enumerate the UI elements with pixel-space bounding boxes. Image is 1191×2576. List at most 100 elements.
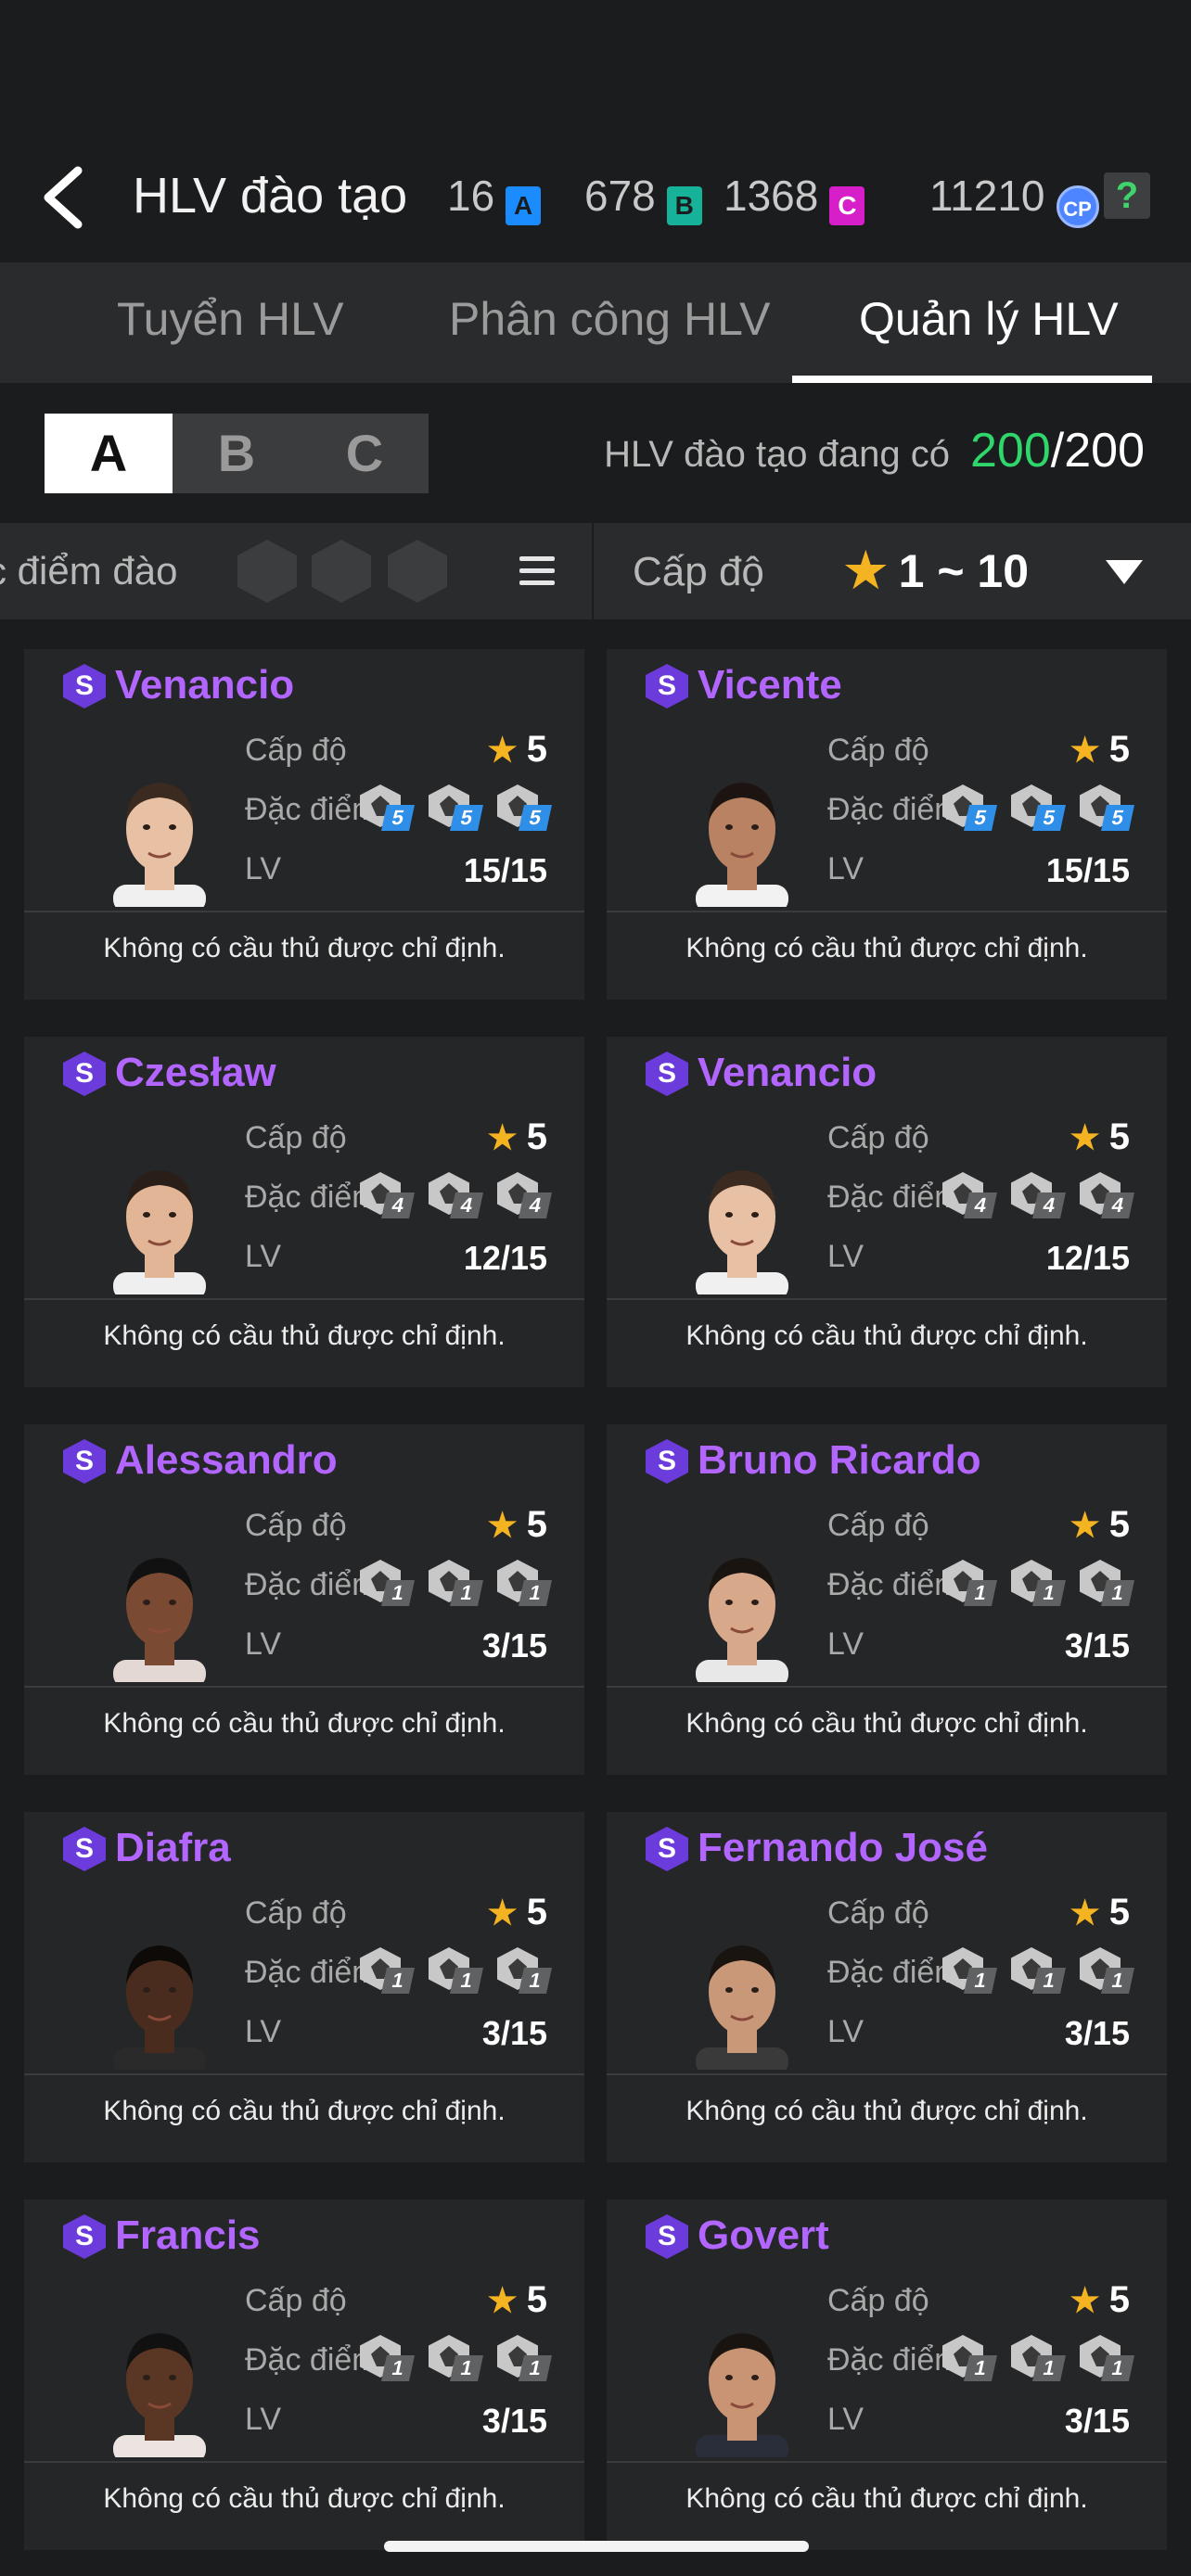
trait-icon[interactable]: 5 bbox=[1076, 783, 1135, 835]
level-label: Cấp độ bbox=[245, 1120, 347, 1155]
trait-list: 1 1 1 bbox=[939, 1945, 1135, 1997]
coach-count: HLV đào tạo đang có 200/200 bbox=[604, 423, 1145, 478]
trait-icon[interactable]: 1 bbox=[1007, 1945, 1067, 1997]
trait-filter[interactable]: c điểm đào bbox=[0, 523, 594, 619]
trait-icon[interactable]: 1 bbox=[425, 1945, 484, 1997]
star-level-value: 5 bbox=[526, 1892, 547, 1932]
trait-list: 1 1 1 bbox=[356, 1558, 553, 1610]
coach-count-value: 200/200 bbox=[970, 424, 1145, 478]
trait-icon[interactable]: 5 bbox=[356, 783, 416, 835]
trait-list: 5 5 5 bbox=[939, 783, 1135, 835]
trait-icon[interactable]: 1 bbox=[939, 1558, 998, 1610]
coach-name: Venancio bbox=[698, 1050, 877, 1095]
trait-icon[interactable]: 1 bbox=[493, 1945, 553, 1997]
tab-manage-coach[interactable]: Quản lý HLV bbox=[859, 292, 1119, 346]
trait-icon[interactable]: 4 bbox=[1007, 1170, 1067, 1222]
coach-card[interactable]: S Govert Cấp độ Đặc điểm LV ★ 5 1 1 1 3/15 Không có… bbox=[607, 2200, 1167, 2550]
trait-level: 1 bbox=[519, 1968, 552, 1994]
segment-b[interactable]: B bbox=[173, 414, 301, 493]
level-label: Cấp độ bbox=[827, 2283, 929, 2318]
coach-portrait bbox=[108, 1157, 211, 1294]
star-icon: ★ bbox=[1069, 1894, 1100, 1932]
coach-portrait bbox=[690, 1932, 794, 2070]
coach-card[interactable]: S Bruno Ricardo Cấp độ Đặc điểm LV ★ 5 1 1 1 3/15 K… bbox=[607, 1424, 1167, 1775]
trait-level: 4 bbox=[964, 1192, 997, 1218]
coach-card[interactable]: S Francis Cấp độ Đặc điểm LV ★ 5 1 1 1 3/15 Không c… bbox=[24, 2200, 584, 2550]
trait-icon[interactable]: 4 bbox=[425, 1170, 484, 1222]
grade-s-badge-icon: S bbox=[646, 1827, 688, 1871]
coach-card[interactable]: S Alessandro Cấp độ Đặc điểm LV ★ 5 1 1 1 3/15 Khôn… bbox=[24, 1424, 584, 1775]
tab-recruit-coach[interactable]: Tuyển HLV bbox=[117, 292, 344, 346]
triangle-down-icon[interactable] bbox=[1106, 560, 1143, 584]
trait-level: 4 bbox=[381, 1192, 415, 1218]
tab-bar: Tuyển HLV Phân công HLV Quản lý HLV bbox=[0, 262, 1191, 383]
coach-lv-value: 15/15 bbox=[463, 851, 547, 889]
tab-assign-coach[interactable]: Phân công HLV bbox=[449, 292, 771, 346]
coach-card[interactable]: S Fernando José Cấp độ Đặc điểm LV ★ 5 1 1 1 3/15 K… bbox=[607, 1812, 1167, 2162]
trait-list: 4 4 4 bbox=[939, 1170, 1135, 1222]
trait-icon[interactable]: 5 bbox=[1007, 783, 1067, 835]
star-level-value: 5 bbox=[526, 729, 547, 770]
trait-icon[interactable]: 4 bbox=[1076, 1170, 1135, 1222]
trait-icon[interactable]: 1 bbox=[1007, 2333, 1067, 2385]
trait-icon[interactable]: 1 bbox=[493, 2333, 553, 2385]
lv-label: LV bbox=[827, 1239, 864, 1274]
trait-icon[interactable]: 4 bbox=[939, 1170, 998, 1222]
star-icon: ★ bbox=[1069, 1118, 1100, 1156]
coach-portrait bbox=[108, 1545, 211, 1682]
coach-portrait bbox=[108, 770, 211, 907]
level-label: Cấp độ bbox=[245, 733, 347, 768]
level-filter-range[interactable]: ★ 1 ~ 10 bbox=[844, 543, 1029, 599]
trait-icon[interactable]: 4 bbox=[493, 1170, 553, 1222]
trait-icon[interactable]: 5 bbox=[939, 783, 998, 835]
back-button[interactable] bbox=[37, 165, 93, 230]
coach-card[interactable]: S Diafra Cấp độ Đặc điểm LV ★ 5 1 1 1 3/15 Không có… bbox=[24, 1812, 584, 2162]
trait-icon[interactable]: 1 bbox=[1076, 2333, 1135, 2385]
coach-lv-value: 15/15 bbox=[1045, 851, 1130, 889]
card-divider bbox=[24, 2461, 584, 2463]
trait-level: 4 bbox=[519, 1192, 552, 1218]
help-button[interactable]: ? bbox=[1104, 172, 1150, 219]
star-level: ★ 5 bbox=[1069, 729, 1130, 771]
coach-card[interactable]: S Venancio Cấp độ Đặc điểm LV ★ 5 5 5 5 15/15 Không… bbox=[24, 649, 584, 1000]
trait-level: 1 bbox=[450, 1580, 483, 1606]
trait-list: 1 1 1 bbox=[939, 1558, 1135, 1610]
trait-icon[interactable]: 1 bbox=[356, 1945, 416, 1997]
trait-slot-icon bbox=[388, 540, 447, 603]
list-menu-icon[interactable] bbox=[519, 556, 555, 593]
trait-icon[interactable]: 1 bbox=[939, 1945, 998, 1997]
segment-c[interactable]: C bbox=[301, 414, 429, 493]
coach-card[interactable]: S Czesław Cấp độ Đặc điểm LV ★ 5 4 4 4 12/15 Không … bbox=[24, 1037, 584, 1387]
trait-icon[interactable]: 1 bbox=[425, 1558, 484, 1610]
trait-icon[interactable]: 5 bbox=[493, 783, 553, 835]
segment-a[interactable]: A bbox=[45, 414, 173, 493]
trait-icon[interactable]: 1 bbox=[1076, 1558, 1135, 1610]
star-icon: ★ bbox=[487, 2281, 518, 2319]
trait-level: 1 bbox=[964, 1968, 997, 1994]
trait-icon[interactable]: 5 bbox=[425, 783, 484, 835]
trait-slot-icon bbox=[312, 540, 371, 603]
star-level-value: 5 bbox=[1108, 2279, 1130, 2320]
trait-icon[interactable]: 1 bbox=[1007, 1558, 1067, 1610]
trait-icon[interactable]: 1 bbox=[1076, 1945, 1135, 1997]
coach-name: Vicente bbox=[698, 662, 842, 708]
trait-icon[interactable]: 1 bbox=[939, 2333, 998, 2385]
home-indicator[interactable] bbox=[384, 2541, 809, 2552]
lv-label: LV bbox=[245, 1239, 282, 1274]
trait-level: 1 bbox=[1101, 1968, 1134, 1994]
assigned-player-status: Không có cầu thủ được chỉ định. bbox=[103, 2483, 506, 2514]
trait-icon[interactable]: 1 bbox=[425, 2333, 484, 2385]
coach-name: Fernando José bbox=[698, 1825, 988, 1870]
coach-card[interactable]: S Vicente Cấp độ Đặc điểm LV ★ 5 5 5 5 15/15 Không … bbox=[607, 649, 1167, 1000]
coach-portrait bbox=[108, 1932, 211, 2070]
trait-level: 4 bbox=[1032, 1192, 1066, 1218]
trait-icon[interactable]: 1 bbox=[356, 2333, 416, 2385]
trait-icon[interactable]: 1 bbox=[356, 1558, 416, 1610]
star-icon: ★ bbox=[1069, 731, 1100, 769]
trait-level: 5 bbox=[964, 805, 997, 831]
trait-icon[interactable]: 1 bbox=[493, 1558, 553, 1610]
coach-card[interactable]: S Venancio Cấp độ Đặc điểm LV ★ 5 4 4 4 12/15 Không… bbox=[607, 1037, 1167, 1387]
level-label: Cấp độ bbox=[245, 1508, 347, 1543]
grade-s-badge-icon: S bbox=[646, 1439, 688, 1484]
trait-icon[interactable]: 4 bbox=[356, 1170, 416, 1222]
